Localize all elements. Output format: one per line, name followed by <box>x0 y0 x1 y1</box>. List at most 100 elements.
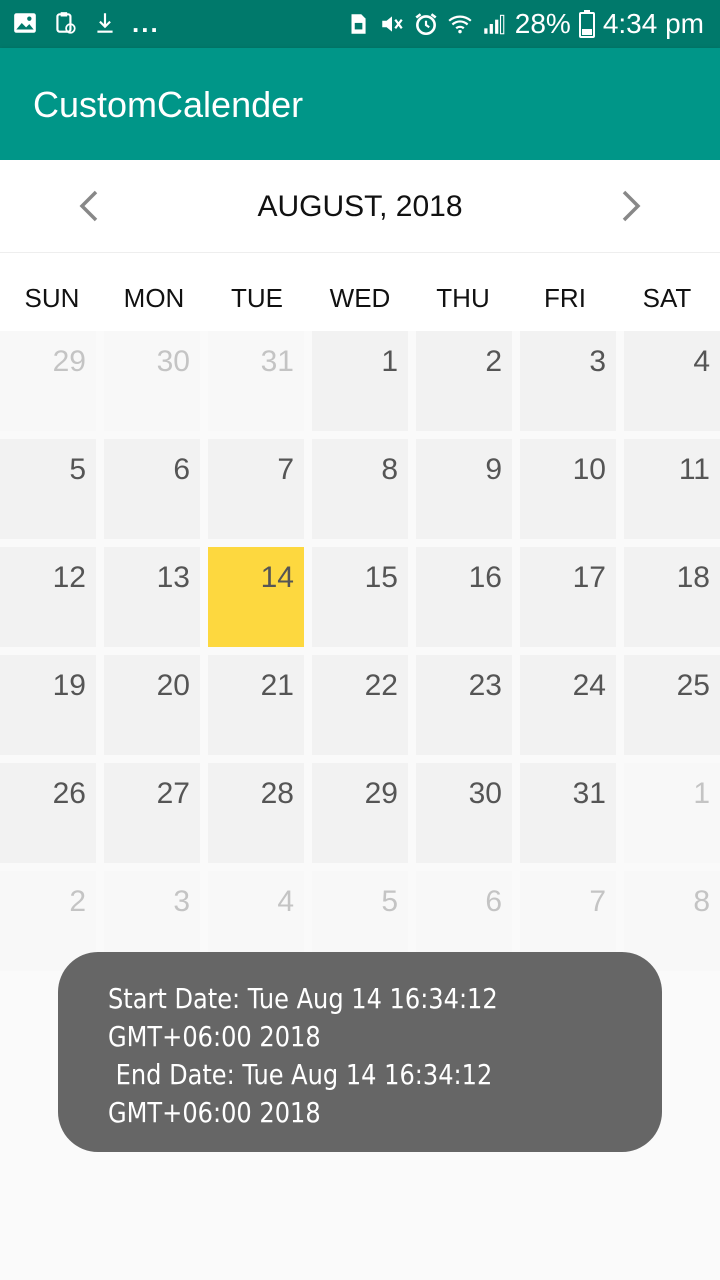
day-number: 8 <box>693 885 710 918</box>
day-cell[interactable]: 20 <box>104 655 200 755</box>
day-cell[interactable]: 26 <box>0 763 96 863</box>
day-number: 3 <box>589 345 606 378</box>
day-number: 24 <box>572 669 606 702</box>
day-cell[interactable]: 12 <box>0 547 96 647</box>
day-cell[interactable]: 22 <box>312 655 408 755</box>
day-number: 1 <box>693 777 710 810</box>
sim-icon <box>351 14 366 34</box>
day-number: 7 <box>589 885 606 918</box>
day-cell[interactable]: 16 <box>416 547 512 647</box>
day-number: 9 <box>485 453 502 486</box>
day-number: 4 <box>693 345 710 378</box>
day-cell[interactable]: 25 <box>624 655 720 755</box>
day-number: 22 <box>364 669 398 702</box>
day-cell[interactable]: 23 <box>416 655 512 755</box>
status-left-icons: ... <box>12 10 160 36</box>
day-cell[interactable]: 3 <box>520 331 616 431</box>
day-cell[interactable]: 31 <box>208 331 304 431</box>
day-number: 29 <box>52 345 86 378</box>
status-time: 4:34 pm <box>602 8 704 39</box>
wifi-icon <box>448 15 472 34</box>
day-number: 29 <box>364 777 398 810</box>
day-cell[interactable]: 27 <box>104 763 200 863</box>
day-number: 28 <box>260 777 294 810</box>
day-number: 27 <box>156 777 190 810</box>
chevron-right-icon[interactable] <box>612 188 648 224</box>
day-cell[interactable]: 6 <box>104 439 200 539</box>
day-number: 23 <box>468 669 502 702</box>
day-cell[interactable]: 29 <box>312 763 408 863</box>
day-cell[interactable]: 10 <box>520 439 616 539</box>
day-cell[interactable]: 7 <box>208 439 304 539</box>
day-number: 16 <box>468 561 502 594</box>
day-number: 2 <box>485 345 502 378</box>
day-cell[interactable]: 15 <box>312 547 408 647</box>
day-cell[interactable]: 1 <box>312 331 408 431</box>
signal-icon <box>484 14 505 35</box>
day-number: 12 <box>52 561 86 594</box>
day-cell[interactable]: 18 <box>624 547 720 647</box>
day-cell[interactable]: 30 <box>104 331 200 431</box>
day-number: 10 <box>572 453 606 486</box>
weekday-thu: THU <box>436 283 490 313</box>
day-cell[interactable]: 9 <box>416 439 512 539</box>
day-cell[interactable]: 2 <box>416 331 512 431</box>
day-cell-selected[interactable]: 14 <box>208 547 304 647</box>
day-number: 5 <box>69 453 86 486</box>
weekday-fri: FRI <box>544 283 586 313</box>
day-cell[interactable]: 30 <box>416 763 512 863</box>
day-cell[interactable]: 5 <box>0 439 96 539</box>
day-number: 7 <box>277 453 294 486</box>
day-number: 17 <box>572 561 606 594</box>
day-cell[interactable]: 13 <box>104 547 200 647</box>
weekday-tue: TUE <box>231 283 283 313</box>
day-cell[interactable]: 21 <box>208 655 304 755</box>
day-cell[interactable]: 29 <box>0 331 96 431</box>
battery-percent: 28% <box>514 8 571 39</box>
weekday-row: SUN MON TUE WED THU FRI SAT <box>0 253 720 331</box>
day-number: 5 <box>381 885 398 918</box>
day-number: 30 <box>468 777 502 810</box>
day-cell[interactable]: 17 <box>520 547 616 647</box>
app-title: CustomCalender <box>33 84 304 125</box>
weekday-sat: SAT <box>642 283 692 313</box>
day-cell[interactable]: 11 <box>624 439 720 539</box>
weekday-sun: SUN <box>24 283 80 313</box>
day-cell[interactable]: 1 <box>624 763 720 863</box>
day-number: 31 <box>572 777 606 810</box>
day-number: 31 <box>260 345 294 378</box>
day-number: 26 <box>52 777 86 810</box>
status-right-icons: 28% 4:34 pm <box>345 8 704 40</box>
weekday-wed: WED <box>329 283 391 313</box>
app-bar: CustomCalender <box>0 48 720 160</box>
day-cell[interactable]: 4 <box>624 331 720 431</box>
status-bar: ... 28% 4:34 pm <box>0 0 720 48</box>
day-number: 6 <box>485 885 502 918</box>
day-number: 18 <box>676 561 710 594</box>
day-number: 2 <box>69 885 86 918</box>
day-cell[interactable]: 28 <box>208 763 304 863</box>
image-icon <box>14 13 36 33</box>
clipboard-icon <box>56 12 76 34</box>
day-cell[interactable]: 31 <box>520 763 616 863</box>
day-number: 8 <box>381 453 398 486</box>
day-number: 11 <box>678 453 710 486</box>
day-number: 15 <box>364 561 398 594</box>
toast-message: Start Date: Tue Aug 14 16:34:12 GMT+06:0… <box>58 952 662 1152</box>
more-notifications-dots: ... <box>132 8 160 38</box>
day-number: 4 <box>277 885 294 918</box>
day-number: 20 <box>156 669 190 702</box>
day-number: 14 <box>260 561 294 594</box>
day-number: 19 <box>52 669 86 702</box>
mute-icon <box>382 16 403 32</box>
day-number: 6 <box>173 453 190 486</box>
weekday-mon: MON <box>123 283 185 313</box>
calendar-header: AUGUST, 2018 <box>0 160 720 253</box>
day-number: 25 <box>676 669 710 702</box>
day-cell[interactable]: 8 <box>312 439 408 539</box>
day-number: 13 <box>156 561 190 594</box>
day-cell[interactable]: 24 <box>520 655 616 755</box>
day-number: 30 <box>156 345 190 378</box>
day-number: 1 <box>381 345 398 378</box>
day-cell[interactable]: 19 <box>0 655 96 755</box>
